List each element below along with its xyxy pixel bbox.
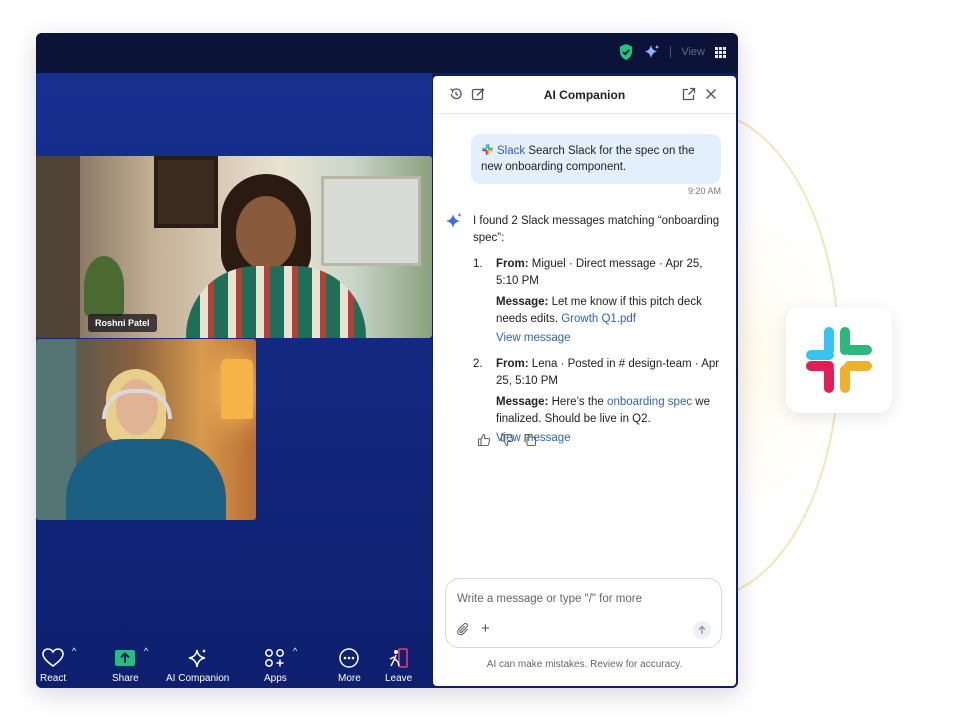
video-stage: Roshni Patel React ^ Share ^ AI Companio… [36,73,432,688]
apps-button[interactable]: Apps ^ [264,646,297,684]
message-input[interactable]: Write a message or type "/" for more [457,593,642,605]
share-caret-icon[interactable]: ^ [144,646,148,656]
result-message: Message: Let me know if this pitch deck … [496,294,723,328]
person-shirt [186,266,366,338]
meeting-toolbar: React ^ Share ^ AI Companion Apps ^ More… [36,638,432,688]
result-number: 1. [473,258,483,270]
wall-picture [154,156,218,228]
ai-reply: I found 2 Slack messages matching “onboa… [473,213,723,447]
share-label: Share [112,673,139,684]
from-label: From: [496,258,529,270]
react-caret-icon[interactable]: ^ [72,646,76,656]
from-label: From: [496,358,529,370]
send-arrow-icon [698,625,706,634]
lamp [221,359,253,419]
view-button[interactable]: View [681,46,705,58]
leave-icon [389,648,408,668]
paperclip-icon[interactable] [457,623,470,636]
message-label: Message: [496,296,549,308]
thumbs-up-icon[interactable] [477,433,491,447]
video-tile[interactable]: Roshni Patel [36,156,432,338]
sparkle-icon [446,213,462,228]
ai-disclaimer: AI can make mistakes. Review for accurac… [486,659,683,670]
grid-view-icon[interactable] [715,46,726,58]
apps-label: Apps [264,673,287,684]
slack-app-tag[interactable]: Slack [497,145,525,157]
leave-label: Leave [385,673,413,684]
person-shirt [66,439,226,520]
result-from: From: Miguel · Direct message · Apr 25, … [496,256,723,290]
background-shelf [36,156,80,338]
sparkle-icon [188,649,206,668]
heart-icon [42,648,64,667]
leave-button[interactable]: Leave [385,648,412,684]
message-text: Here’s the [551,396,604,408]
view-message-link[interactable]: View message [496,330,723,347]
result-item: 1. From: Miguel · Direct message · Apr 2… [473,256,723,347]
participant-name-tag: Roshni Patel [88,314,157,332]
top-bar-controls: View [618,43,726,61]
more-label: More [338,673,361,684]
send-button[interactable] [693,621,711,639]
result-number: 2. [473,358,483,370]
onboarding-spec-link[interactable]: onboarding spec [607,396,692,408]
feedback-actions [477,433,537,447]
from-text: Lena · Posted in # design-team · Apr 25,… [496,358,720,387]
more-button[interactable]: More [338,648,361,684]
ai-companion-panel: AI Companion Slack Search Slack for the … [433,76,736,686]
meeting-top-bar: View [36,33,738,73]
result-from: From: Lena · Posted in # design-team · A… [496,356,723,390]
user-message-bubble: Slack Search Slack for the spec on the n… [471,134,721,184]
video-tile[interactable] [36,339,256,520]
slack-logo-icon [806,327,872,393]
message-composer[interactable]: Write a message or type "/" for more + [445,578,722,648]
react-label: React [40,673,67,684]
thumbs-down-icon[interactable] [500,433,514,447]
window-view [321,176,421,266]
apps-icon [265,649,285,667]
message-timestamp: 9:20 AM [687,186,721,196]
result-message: Message: Here’s the onboarding spec we f… [496,394,723,428]
share-screen-icon [115,650,136,666]
sparkle-icon[interactable] [644,44,660,60]
message-label: Message: [496,396,549,408]
file-link[interactable]: Growth Q1.pdf [561,313,636,325]
reply-intro: I found 2 Slack messages matching “onboa… [473,215,720,244]
top-bar-divider [670,46,672,58]
apps-caret-icon[interactable]: ^ [293,646,297,656]
person-face [236,196,296,270]
shield-check-icon[interactable] [618,43,634,61]
slack-logo-icon [482,144,493,155]
add-icon[interactable]: + [481,621,490,636]
ai-panel-header: AI Companion [433,76,736,114]
popout-icon[interactable] [682,87,696,101]
ai-companion-button[interactable]: AI Companion [166,648,229,684]
ai-companion-label: AI Companion [166,673,230,684]
share-button[interactable]: Share ^ [112,646,148,684]
more-icon [339,648,360,668]
react-button[interactable]: React ^ [40,646,76,684]
plant [84,256,124,316]
slack-app-card [786,307,892,413]
close-icon[interactable] [704,87,718,101]
copy-icon[interactable] [523,433,537,447]
